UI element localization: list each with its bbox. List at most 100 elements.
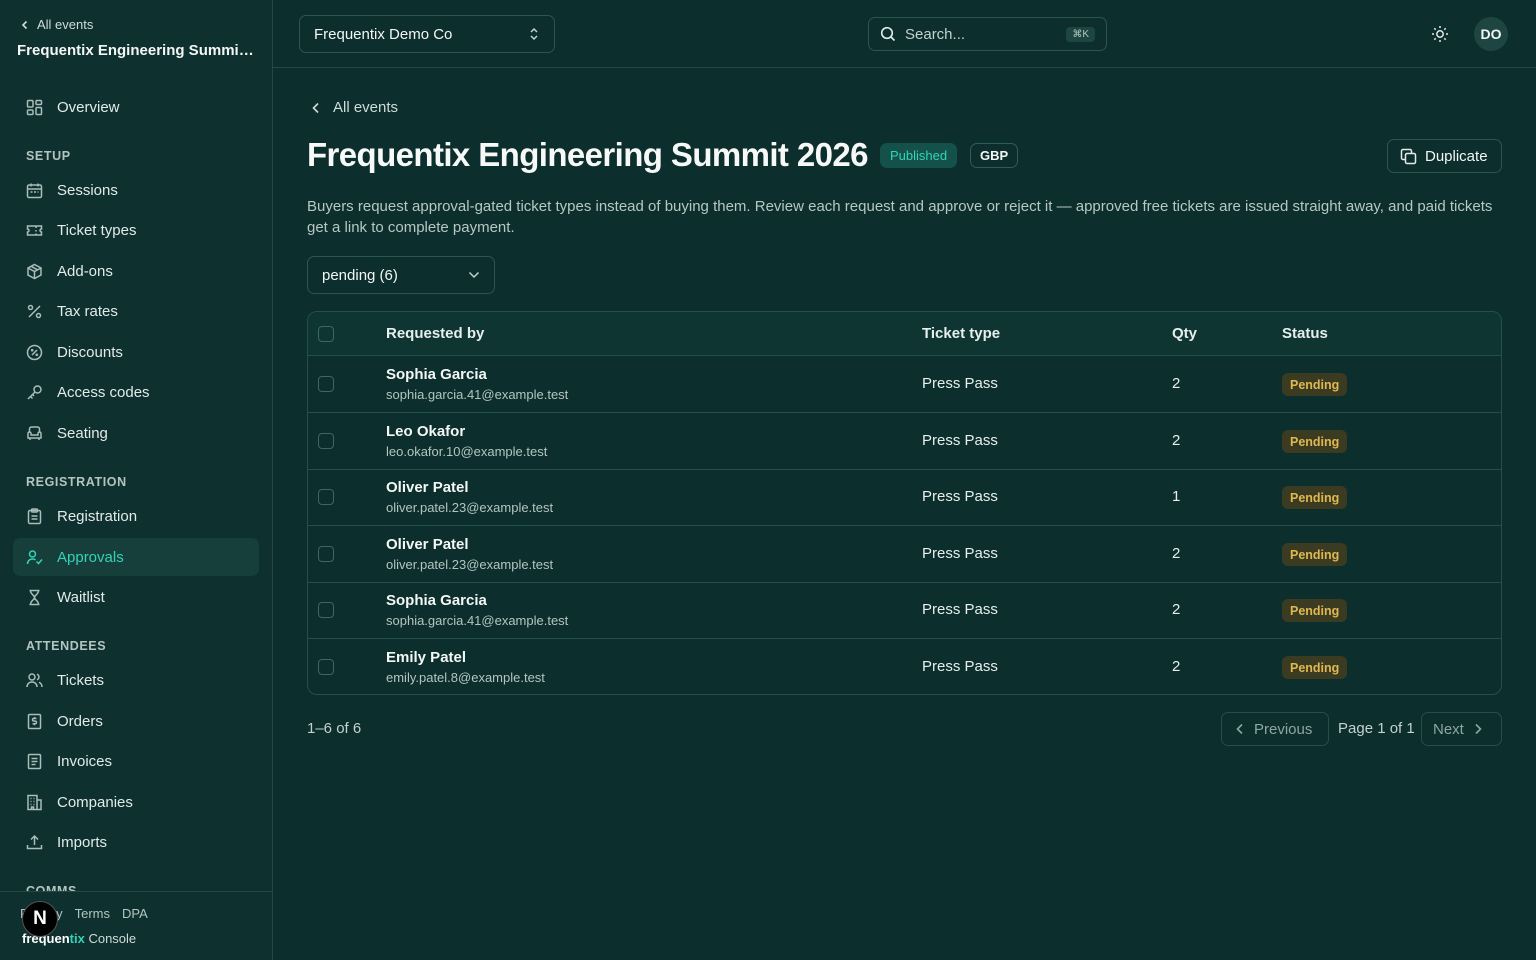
column-header-ticket-type[interactable]: Ticket type	[922, 325, 1000, 342]
requester-email: leo.okafor.10@example.test	[386, 444, 548, 459]
user-check-icon	[26, 549, 43, 566]
sidebar-item-label: Companies	[57, 793, 133, 811]
dev-tools-badge[interactable]: N	[22, 901, 58, 937]
status-badge: Pending	[1282, 656, 1348, 679]
row-checkbox[interactable]	[318, 546, 334, 562]
sidebar-item-approvals[interactable]: Approvals	[13, 538, 259, 576]
upload-icon	[26, 834, 43, 851]
sidebar-item-label: Waitlist	[57, 588, 105, 606]
currency-badge: GBP	[970, 143, 1019, 168]
next-page-button[interactable]: Next	[1421, 712, 1502, 746]
section-label-registration: REGISTRATION	[26, 475, 127, 489]
sidebar-item-ticket-types[interactable]: Ticket types	[13, 211, 259, 249]
breadcrumb-all-events[interactable]: All events	[333, 99, 398, 116]
column-header-qty[interactable]: Qty	[1172, 325, 1197, 342]
ticket-icon	[26, 222, 43, 239]
select-all-checkbox[interactable]	[318, 326, 334, 342]
calendar-icon	[26, 182, 43, 199]
table-row[interactable]: Sophia Garcia sophia.garcia.41@example.t…	[308, 356, 1501, 413]
percent-icon	[26, 303, 43, 320]
ticket-type: Press Pass	[922, 658, 998, 675]
sidebar-item-companies[interactable]: Companies	[13, 783, 259, 821]
sidebar-item-waitlist[interactable]: Waitlist	[13, 578, 259, 616]
column-header-status[interactable]: Status	[1282, 325, 1328, 342]
ticket-type: Press Pass	[922, 601, 998, 618]
building-icon	[26, 794, 43, 811]
row-checkbox[interactable]	[318, 376, 334, 392]
dpa-link[interactable]: DPA	[122, 906, 148, 921]
sidebar-item-label: Add-ons	[57, 262, 113, 280]
ticket-type: Press Pass	[922, 488, 998, 505]
row-checkbox[interactable]	[318, 602, 334, 618]
sidebar-item-invoices[interactable]: Invoices	[13, 742, 259, 780]
sidebar-item-label: Imports	[57, 833, 108, 851]
requester-name: Oliver Patel	[386, 479, 469, 496]
sidebar-item-label: Ticket types	[57, 221, 137, 239]
breadcrumb[interactable]: All events	[311, 99, 398, 116]
quantity: 1	[1172, 488, 1181, 505]
users-icon	[26, 672, 43, 689]
status-filter-select[interactable]: pending (6)	[307, 256, 495, 294]
table-row[interactable]: Emily Patel emily.patel.8@example.test P…	[308, 639, 1501, 694]
sidebar: All events Frequentix Engineering Summit…	[0, 0, 273, 960]
sidebar-item-label: Registration	[57, 507, 138, 525]
requester-name: Oliver Patel	[386, 536, 469, 553]
sidebar-item-label: Approvals	[57, 548, 124, 566]
user-avatar[interactable]: DO	[1474, 17, 1508, 51]
status-badge: Pending	[1282, 599, 1348, 622]
top-bar: Frequentix Demo Co Search... ⌘K DO	[273, 0, 1536, 68]
sidebar-item-registration[interactable]: Registration	[13, 497, 259, 535]
quantity: 2	[1172, 658, 1181, 675]
search-placeholder: Search...	[905, 25, 966, 43]
package-icon	[26, 263, 43, 280]
organization-switcher[interactable]: Frequentix Demo Co	[299, 15, 555, 53]
chevron-left-icon	[1236, 723, 1244, 735]
ticket-type: Press Pass	[922, 545, 998, 562]
ticket-type: Press Pass	[922, 375, 998, 392]
search-input[interactable]: Search... ⌘K	[868, 17, 1107, 51]
table-row[interactable]: Oliver Patel oliver.patel.23@example.tes…	[308, 469, 1501, 526]
back-label: All events	[37, 17, 94, 32]
column-header-requested-by[interactable]: Requested by	[386, 325, 484, 342]
sidebar-item-seating[interactable]: Seating	[13, 414, 259, 452]
requester-name: Emily Patel	[386, 649, 467, 666]
sidebar-item-access-codes[interactable]: Access codes	[13, 373, 259, 411]
chevrons-up-down-icon	[528, 26, 540, 42]
requester-email: oliver.patel.23@example.test	[386, 557, 554, 572]
requester-name: Leo Okafor	[386, 423, 466, 440]
sidebar-item-add-ons[interactable]: Add-ons	[13, 252, 259, 290]
sidebar-item-label: Seating	[57, 424, 108, 442]
sidebar-item-label: Discounts	[57, 343, 123, 361]
row-checkbox[interactable]	[318, 489, 334, 505]
sidebar-item-tax-rates[interactable]: Tax rates	[13, 292, 259, 330]
page-description: Buyers request approval-gated ticket typ…	[307, 198, 1493, 236]
row-checkbox[interactable]	[318, 433, 334, 449]
duplicate-button[interactable]: Duplicate	[1387, 139, 1502, 173]
invoice-icon	[26, 753, 43, 770]
table-row[interactable]: Leo Okafor leo.okafor.10@example.test Pr…	[308, 413, 1501, 470]
previous-page-button[interactable]: Previous	[1221, 712, 1329, 746]
key-icon	[26, 384, 43, 401]
sidebar-item-orders[interactable]: Orders	[13, 702, 259, 740]
terms-link[interactable]: Terms	[75, 906, 110, 921]
sidebar-item-overview[interactable]: Overview	[13, 88, 259, 126]
table-row[interactable]: Sophia Garcia sophia.garcia.41@example.t…	[308, 582, 1501, 639]
theme-toggle-sun-icon[interactable]	[1430, 24, 1450, 44]
search-icon	[880, 26, 896, 42]
receipt-dollar-icon	[26, 713, 43, 730]
sidebar-item-tickets[interactable]: Tickets	[13, 661, 259, 699]
quantity: 2	[1172, 432, 1181, 449]
requester-email: emily.patel.8@example.test	[386, 670, 545, 685]
status-badge: Published	[880, 143, 958, 168]
row-checkbox[interactable]	[318, 659, 334, 675]
sidebar-item-sessions[interactable]: Sessions	[13, 171, 259, 209]
sidebar-event-name: Frequentix Engineering Summit 2026	[17, 42, 257, 59]
sidebar-item-discounts[interactable]: Discounts	[13, 333, 259, 371]
search-shortcut: ⌘K	[1066, 26, 1095, 42]
back-to-all-events-link[interactable]: All events	[20, 17, 93, 32]
approvals-table: Requested by Ticket type Qty Status Soph…	[307, 311, 1502, 695]
clipboard-icon	[26, 507, 43, 525]
table-row[interactable]: Oliver Patel oliver.patel.23@example.tes…	[308, 526, 1501, 583]
next-label: Next	[1433, 720, 1464, 738]
sidebar-item-imports[interactable]: Imports	[13, 823, 259, 861]
